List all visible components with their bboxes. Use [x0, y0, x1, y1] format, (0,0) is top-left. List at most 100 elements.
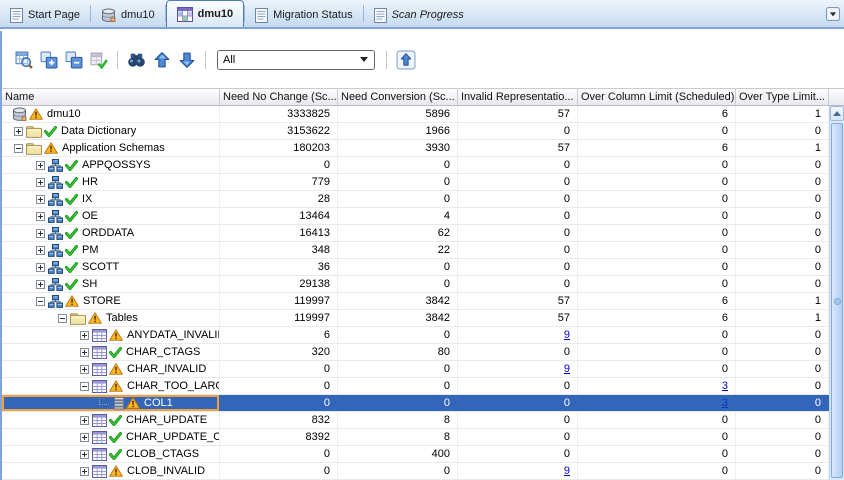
expand-toggle[interactable]: [79, 466, 89, 476]
check-icon: [109, 431, 122, 443]
cell-value: 0: [814, 210, 821, 222]
expand-toggle[interactable]: [35, 228, 45, 238]
tab-migration-status-3[interactable]: Migration Status: [245, 3, 362, 27]
tree-row-oe[interactable]: OE 13464 4 0 0 0: [2, 208, 829, 225]
column-header-over-column-limit-scheduled[interactable]: Over Column Limit (Scheduled): [578, 89, 736, 105]
tree-row-col1[interactable]: COL1 0 0 0 3 0: [2, 395, 829, 412]
cell-value: 119997: [294, 312, 330, 324]
column-header-invalid-representatio[interactable]: Invalid Representatio...: [458, 89, 578, 105]
schema-icon: [48, 260, 63, 274]
expand-toggle[interactable]: [35, 211, 45, 221]
cell-value: 8: [443, 431, 450, 443]
expand-toggle[interactable]: [79, 330, 89, 340]
expand-toggle[interactable]: [79, 432, 89, 442]
tree-row-char-too-large[interactable]: CHAR_TOO_LARGE 0 0 0 3 0: [2, 378, 829, 395]
expand-toggle[interactable]: [35, 160, 45, 170]
tree-row-char-invalid[interactable]: CHAR_INVALID 0 0 9 0 0: [2, 361, 829, 378]
cell-value: 0: [814, 346, 821, 358]
convert-button[interactable]: [88, 49, 109, 70]
export-button[interactable]: [395, 49, 416, 70]
scrollbar-thumb[interactable]: [831, 123, 843, 478]
drill-link[interactable]: 3: [722, 397, 728, 409]
drill-link[interactable]: 9: [564, 363, 570, 375]
value-cell: 6: [578, 293, 736, 309]
tree-row-ix[interactable]: IX 28 0 0 0 0: [2, 191, 829, 208]
value-cell: 0: [458, 259, 578, 275]
cell-value: 3842: [425, 312, 450, 324]
name-cell: ORDDATA: [2, 225, 220, 241]
tree-row-sh[interactable]: SH 29138 0 0 0 0: [2, 276, 829, 293]
filter-select[interactable]: All: [217, 49, 375, 70]
tab-label: Start Page: [28, 9, 80, 21]
tree-row-hr[interactable]: HR 779 0 0 0 0: [2, 174, 829, 191]
tree-row-store[interactable]: STORE 119997 3842 57 6 1: [2, 293, 829, 310]
toolbar-separator: [117, 50, 118, 69]
tab-overflow-button[interactable]: [826, 7, 840, 21]
rescan-button[interactable]: [13, 49, 34, 70]
expand-toggle[interactable]: [35, 279, 45, 289]
cell-value: 1: [814, 142, 821, 154]
warning-icon: [29, 108, 43, 120]
expand-toggle[interactable]: [79, 364, 89, 374]
collapse-toggle[interactable]: [57, 313, 67, 323]
column-header-over-type-limit[interactable]: Over Type Limit...: [736, 89, 829, 105]
node-label: CHAR_TOO_LARGE: [127, 380, 219, 392]
tree-row-char-update[interactable]: CHAR_UPDATE 832 8 0 0 0: [2, 412, 829, 429]
tree-row-clob-ctags[interactable]: CLOB_CTAGS 0 400 0 0 0: [2, 446, 829, 463]
value-cell: 0: [736, 259, 829, 275]
tree-row-orddata[interactable]: ORDDATA 16413 62 0 0 0: [2, 225, 829, 242]
value-cell: 0: [578, 412, 736, 428]
collapse-toggle[interactable]: [13, 143, 23, 153]
collapse-all-button[interactable]: [63, 49, 84, 70]
node-label: ORDDATA: [82, 227, 135, 239]
tree-row-char-update-oi[interactable]: CHAR_UPDATE_OI 8392 8 0 0 0: [2, 429, 829, 446]
expand-toggle[interactable]: [13, 126, 23, 136]
convert-table-icon: [90, 52, 108, 69]
table-icon: [92, 379, 107, 393]
tree-row-clob-invalid[interactable]: CLOB_INVALID 0 0 9 0 0: [2, 463, 829, 480]
tree-row-pm[interactable]: PM 348 22 0 0 0: [2, 242, 829, 259]
tree-row-appqossys[interactable]: APPQOSSYS 0 0 0 0 0: [2, 157, 829, 174]
expand-toggle[interactable]: [35, 177, 45, 187]
scroll-up-button[interactable]: [830, 106, 844, 121]
tree-row-data-dictionary[interactable]: Data Dictionary 3153622 1966 0 0 0: [2, 123, 829, 140]
cell-value: 0: [814, 244, 821, 256]
value-cell: 0: [736, 191, 829, 207]
tab-dmu10-2[interactable]: dmu10: [165, 0, 245, 27]
cell-value: 0: [563, 125, 570, 137]
tree-row-dmu10[interactable]: dmu10 3333825 5896 57 6 1: [2, 106, 829, 123]
column-header-name[interactable]: Name: [2, 89, 220, 105]
tree-row-char-ctags[interactable]: CHAR_CTAGS 320 80 0 0 0: [2, 344, 829, 361]
tree-row-scott[interactable]: SCOTT 36 0 0 0 0: [2, 259, 829, 276]
collapse-toggle[interactable]: [79, 381, 89, 391]
drill-link[interactable]: 3: [722, 380, 728, 392]
next-item-button[interactable]: [176, 49, 197, 70]
expand-toggle[interactable]: [79, 347, 89, 357]
check-icon: [109, 346, 122, 358]
drill-link[interactable]: 9: [564, 329, 570, 341]
value-cell: 36: [220, 259, 338, 275]
previous-item-button[interactable]: [151, 49, 172, 70]
tab-start-page-0[interactable]: Start Page: [0, 3, 90, 27]
expand-toggle[interactable]: [35, 194, 45, 204]
find-button[interactable]: [126, 49, 147, 70]
expand-toggle[interactable]: [35, 262, 45, 272]
tree-row-anydata-invalid[interactable]: ANYDATA_INVALID 6 0 9 0 0: [2, 327, 829, 344]
expand-toggle[interactable]: [35, 245, 45, 255]
expand-all-button[interactable]: [38, 49, 59, 70]
tab-scan-progress-4[interactable]: Scan Progress: [364, 3, 474, 27]
tree-row-tables[interactable]: Tables 119997 3842 57 6 1: [2, 310, 829, 327]
vertical-scrollbar[interactable]: [829, 106, 844, 480]
expand-toggle[interactable]: [79, 415, 89, 425]
tab-dmu10-1[interactable]: dmu10: [91, 3, 165, 27]
value-cell: 0: [458, 157, 578, 173]
cell-value: 3842: [425, 295, 450, 307]
column-header-need-no-change-sc[interactable]: Need No Change (Sc...: [220, 89, 338, 105]
collapse-toggle[interactable]: [35, 296, 45, 306]
cell-value: 0: [721, 465, 728, 477]
column-header-need-conversion-sc[interactable]: Need Conversion (Sc...: [338, 89, 458, 105]
drill-link[interactable]: 9: [564, 465, 570, 477]
expand-toggle[interactable]: [79, 449, 89, 459]
tree-row-application-schemas[interactable]: Application Schemas 180203 3930 57 6 1: [2, 140, 829, 157]
value-cell: 0: [578, 344, 736, 360]
